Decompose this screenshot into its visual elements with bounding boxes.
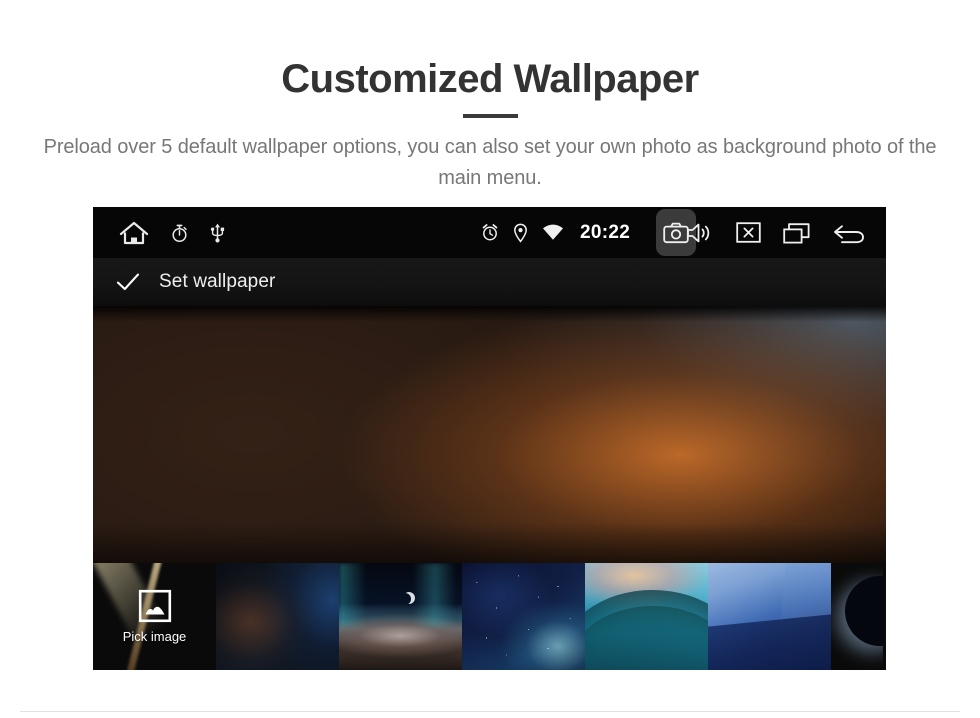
status-bar-clock: 20:22 <box>580 221 631 243</box>
thumbnail-pick-image[interactable]: Pick image <box>93 563 216 670</box>
thumbnail-decoration <box>708 614 831 670</box>
set-wallpaper-action-bar[interactable]: Set wallpaper <box>93 258 886 306</box>
page-title: Customized Wallpaper <box>281 57 699 101</box>
stopwatch-icon[interactable] <box>171 223 188 243</box>
bottom-divider <box>20 711 960 712</box>
home-icon[interactable] <box>119 220 149 246</box>
thumbnail-decoration <box>462 563 585 670</box>
set-wallpaper-label: Set wallpaper <box>159 271 276 292</box>
page-subtitle: Preload over 5 default wallpaper options… <box>43 136 937 189</box>
thumbnail-decoration <box>844 575 883 646</box>
volume-icon[interactable] <box>686 222 714 244</box>
usb-icon[interactable] <box>210 223 225 243</box>
thumbnail-wallpaper-2[interactable] <box>216 563 339 670</box>
wallpaper-preview[interactable] <box>93 306 886 563</box>
thumbnail-wallpaper-6[interactable] <box>708 563 831 670</box>
pick-image-overlay: Pick image <box>93 563 216 670</box>
preview-top-fade <box>93 306 886 322</box>
thumbnail-wallpaper-7[interactable] <box>831 563 883 670</box>
location-pin-icon <box>513 223 528 243</box>
wallpaper-thumbnail-strip[interactable]: Pick image <box>93 563 886 670</box>
status-bar-center-group: 20:22 <box>481 207 697 258</box>
image-icon <box>138 589 172 623</box>
thumbnail-decoration <box>403 592 415 604</box>
title-underline-rule <box>462 114 518 118</box>
page-root: Customized Wallpaper Preload over 5 defa… <box>0 0 980 718</box>
alarm-icon <box>481 223 499 242</box>
thumbnail-decoration <box>339 563 462 628</box>
back-icon[interactable] <box>832 222 866 244</box>
device-screenshot-panel: 20:22 Set wallpaper Pick image <box>93 207 886 670</box>
heading-block: Customized Wallpaper Preload over 5 defa… <box>0 52 980 194</box>
pick-image-label: Pick image <box>122 629 187 644</box>
status-bar: 20:22 <box>93 207 886 258</box>
preview-bottom-fade <box>93 523 886 563</box>
status-bar-right-group <box>686 207 866 258</box>
check-icon <box>115 271 141 293</box>
recents-icon[interactable] <box>783 222 810 244</box>
thumbnail-wallpaper-4[interactable] <box>462 563 585 670</box>
thumbnail-wallpaper-3[interactable] <box>339 563 462 670</box>
close-box-icon[interactable] <box>736 222 761 243</box>
thumbnail-wallpaper-5[interactable] <box>585 563 708 670</box>
wifi-icon <box>542 224 564 241</box>
status-bar-left-group <box>93 220 225 246</box>
